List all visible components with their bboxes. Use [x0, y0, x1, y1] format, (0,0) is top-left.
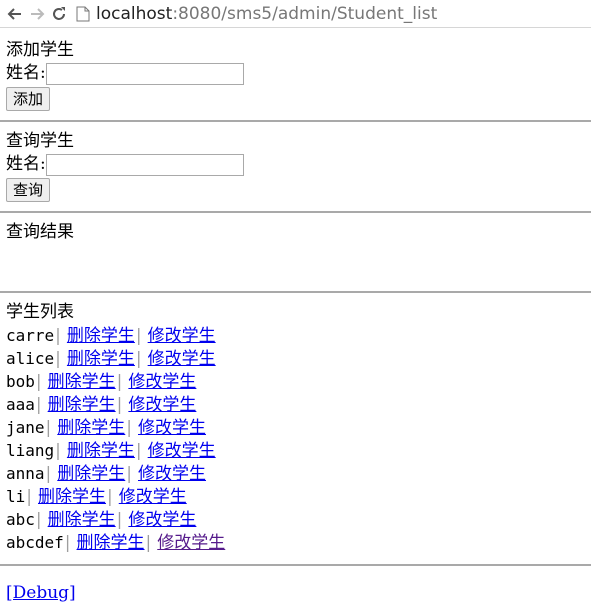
- delete-student-link[interactable]: 删除学生: [48, 509, 116, 532]
- separator: |: [35, 372, 42, 392]
- reload-icon: [53, 6, 65, 20]
- url-path: :8080/sms5/admin/Student_list: [172, 3, 438, 24]
- student-row: carre | 删除学生 | 修改学生: [6, 324, 585, 347]
- separator: |: [135, 349, 142, 369]
- student-name: abc: [6, 510, 35, 529]
- delete-student-link[interactable]: 删除学生: [48, 371, 116, 394]
- separator: |: [135, 326, 142, 346]
- add-student-section: 添加学生 姓名: 添加: [6, 39, 585, 111]
- edit-student-link[interactable]: 修改学生: [148, 440, 216, 463]
- separator: |: [116, 372, 123, 392]
- query-name-label: 姓名:: [6, 154, 46, 174]
- student-list-section: 学生列表 carre | 删除学生 | 修改学生 alice | 删除学生 | 修改学生 bob | 删…: [6, 301, 585, 554]
- edit-student-link[interactable]: 修改学生: [128, 371, 196, 394]
- query-name-input[interactable]: [45, 153, 244, 176]
- result-section-title: 查询结果: [6, 222, 74, 242]
- divider-1: [0, 120, 591, 122]
- student-row: abc | 删除学生 | 修改学生: [6, 508, 585, 531]
- delete-student-link[interactable]: 删除学生: [38, 486, 106, 509]
- separator: |: [107, 487, 113, 507]
- delete-student-link[interactable]: 删除学生: [57, 417, 125, 440]
- student-row: anna | 删除学生 | 修改学生: [6, 462, 585, 485]
- add-name-row: 姓名:: [6, 62, 585, 85]
- student-row: bob | 删除学生 | 修改学生: [6, 370, 585, 393]
- separator: |: [126, 464, 132, 484]
- delete-student-link[interactable]: 删除学生: [57, 463, 125, 486]
- forward-arrow-icon: [31, 7, 45, 20]
- page-content: 添加学生 姓名: 添加 查询学生 姓名: 查询 查询结果 学生列表 carre |…: [0, 28, 591, 605]
- student-name: anna: [6, 464, 45, 483]
- add-button[interactable]: 添加: [6, 86, 51, 111]
- student-name: li: [6, 487, 26, 506]
- edit-student-link[interactable]: 修改学生: [128, 509, 196, 532]
- student-name: carre: [6, 326, 55, 345]
- add-button-row: 添加: [6, 86, 585, 111]
- student-name: liang: [6, 441, 55, 460]
- delete-student-link[interactable]: 删除学生: [67, 440, 135, 463]
- result-area: [6, 244, 585, 281]
- separator: |: [116, 510, 123, 530]
- forward-button[interactable]: [26, 3, 48, 25]
- reload-button[interactable]: [48, 3, 70, 25]
- separator: |: [116, 395, 123, 415]
- edit-student-link[interactable]: 修改学生: [157, 532, 225, 555]
- separator: |: [135, 441, 142, 461]
- debug-section: [Debug]: [6, 582, 585, 605]
- delete-student-link[interactable]: 删除学生: [67, 325, 135, 348]
- separator: |: [26, 487, 32, 507]
- query-button[interactable]: 查询: [6, 177, 51, 202]
- back-arrow-icon: [7, 7, 21, 20]
- edit-student-link[interactable]: 修改学生: [138, 417, 206, 440]
- separator: |: [45, 464, 52, 484]
- debug-link[interactable]: [Debug]: [6, 583, 76, 603]
- student-row: aaa | 删除学生 | 修改学生: [6, 393, 585, 416]
- back-button[interactable]: [4, 3, 26, 25]
- student-name: aaa: [6, 395, 35, 414]
- query-student-section: 查询学生 姓名: 查询: [6, 130, 585, 202]
- query-button-row: 查询: [6, 177, 585, 202]
- divider-2: [0, 211, 591, 213]
- edit-student-link[interactable]: 修改学生: [148, 348, 216, 371]
- student-row: liang | 删除学生 | 修改学生: [6, 439, 585, 462]
- separator: |: [126, 418, 132, 438]
- divider-3: [0, 291, 591, 293]
- separator: |: [35, 395, 42, 415]
- divider-4: [0, 564, 591, 566]
- student-name: jane: [6, 418, 45, 437]
- separator: |: [55, 441, 61, 461]
- student-row: jane | 删除学生 | 修改学生: [6, 416, 585, 439]
- student-row: li | 删除学生 | 修改学生: [6, 485, 585, 508]
- student-name: abcdef: [6, 533, 64, 552]
- delete-student-link[interactable]: 删除学生: [48, 394, 116, 417]
- student-row: alice | 删除学生 | 修改学生: [6, 347, 585, 370]
- page-icon: [76, 6, 90, 21]
- student-name: alice: [6, 349, 55, 368]
- query-name-row: 姓名:: [6, 153, 585, 176]
- add-name-label: 姓名:: [6, 63, 46, 83]
- separator: |: [145, 533, 152, 553]
- edit-student-link[interactable]: 修改学生: [148, 325, 216, 348]
- student-list: carre | 删除学生 | 修改学生 alice | 删除学生 | 修改学生 bob | 删除学生 | 修…: [6, 324, 585, 554]
- separator: |: [55, 349, 61, 369]
- address-bar[interactable]: localhost:8080/sms5/admin/Student_list: [76, 2, 437, 26]
- separator: |: [35, 510, 42, 530]
- separator: |: [55, 326, 61, 346]
- add-section-title: 添加学生: [6, 40, 74, 60]
- add-name-input[interactable]: [45, 62, 244, 85]
- delete-student-link[interactable]: 删除学生: [67, 348, 135, 371]
- student-name: bob: [6, 372, 35, 391]
- url-host: localhost: [96, 3, 173, 24]
- edit-student-link[interactable]: 修改学生: [138, 463, 206, 486]
- separator: |: [64, 533, 71, 553]
- query-result-section: 查询结果: [6, 221, 585, 281]
- edit-student-link[interactable]: 修改学生: [119, 486, 187, 509]
- edit-student-link[interactable]: 修改学生: [128, 394, 196, 417]
- separator: |: [45, 418, 52, 438]
- browser-toolbar: localhost:8080/sms5/admin/Student_list: [0, 0, 591, 28]
- query-section-title: 查询学生: [6, 131, 74, 151]
- list-section-title: 学生列表: [6, 302, 74, 322]
- delete-student-link[interactable]: 删除学生: [77, 532, 145, 555]
- student-row: abcdef | 删除学生 | 修改学生: [6, 531, 585, 554]
